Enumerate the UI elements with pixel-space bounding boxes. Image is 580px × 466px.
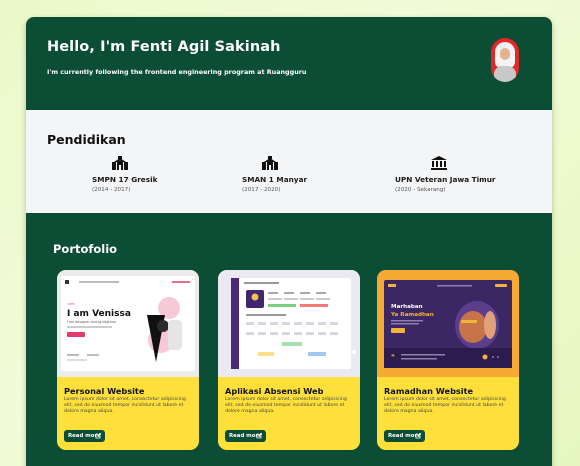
- portfolio-card-title: Aplikasi Absensi Web: [225, 386, 324, 396]
- preview-headline: I am Venissa: [67, 309, 131, 319]
- read-more-button[interactable]: Read more: [225, 430, 266, 442]
- education-section: Pendidikan SMPN 17 Gresik (2014 - 2017): [26, 110, 552, 213]
- portfolio-card-title: Ramadhan Website: [384, 386, 474, 396]
- preview-sub: I am designer during daytime: [67, 320, 116, 324]
- portfolio-card-description: Lorem ipsum dolor sit amet, consectetur …: [64, 397, 186, 414]
- school-years: (2014 - 2017): [92, 187, 131, 193]
- school-name: SMAN 1 Manyar: [242, 175, 308, 184]
- avatar: [491, 38, 519, 82]
- external-link-icon: [95, 433, 101, 439]
- greeting-title: Hello, I'm Fenti Agil Sakinah: [47, 39, 281, 55]
- profile-card: Hello, I'm Fenti Agil Sakinah I'm curren…: [26, 17, 552, 466]
- school-years: (2017 - 2020): [242, 187, 281, 193]
- portfolio-card-title: Personal Website: [64, 386, 145, 396]
- school-name: UPN Veteran Jawa Timur: [395, 175, 496, 184]
- school-icon: [112, 156, 128, 170]
- school-name: SMPN 17 Gresik: [92, 175, 158, 184]
- portfolio-card-absensi[interactable]: Aplikasi Absensi Web Lorem ipsum dolor s…: [218, 270, 360, 450]
- preview-sub: Ya Ramadhan: [390, 312, 434, 318]
- avatar-face: [500, 48, 510, 60]
- read-more-button[interactable]: Read more: [64, 430, 105, 442]
- tagline-text: I'm currently following the frontend eng…: [47, 68, 307, 76]
- portfolio-card-ramadhan[interactable]: Marhaban Ya Ramadhan ❝ Ramadhan Website …: [377, 270, 519, 450]
- avatar-body: [494, 66, 516, 82]
- external-link-icon: [415, 433, 421, 439]
- portfolio-card-description: Lorem ipsum dolor sit amet, consectetur …: [225, 397, 347, 414]
- university-icon: [431, 156, 447, 170]
- preview-headline: Marhaban: [391, 304, 423, 310]
- school-years: (2020 - Sekarang): [395, 187, 446, 193]
- svg-text:I am: I am: [67, 302, 75, 306]
- portfolio-card-description: Lorem ipsum dolor sit amet, consectetur …: [384, 397, 506, 414]
- portfolio-title: Portofolio: [53, 242, 118, 256]
- profile-header: Hello, I'm Fenti Agil Sakinah I'm curren…: [26, 17, 552, 110]
- ramadhan-website-preview: Marhaban Ya Ramadhan ❝: [377, 270, 519, 377]
- education-title: Pendidikan: [47, 132, 126, 147]
- svg-text:❝: ❝: [391, 353, 395, 361]
- school-icon: [262, 156, 278, 170]
- external-link-icon: [256, 433, 262, 439]
- personal-website-preview: I am I am Venissa I am designer during d…: [57, 270, 199, 377]
- portfolio-card-personal[interactable]: I am I am Venissa I am designer during d…: [57, 270, 199, 450]
- attendance-app-preview: [218, 270, 360, 377]
- read-more-button[interactable]: Read more: [384, 430, 425, 442]
